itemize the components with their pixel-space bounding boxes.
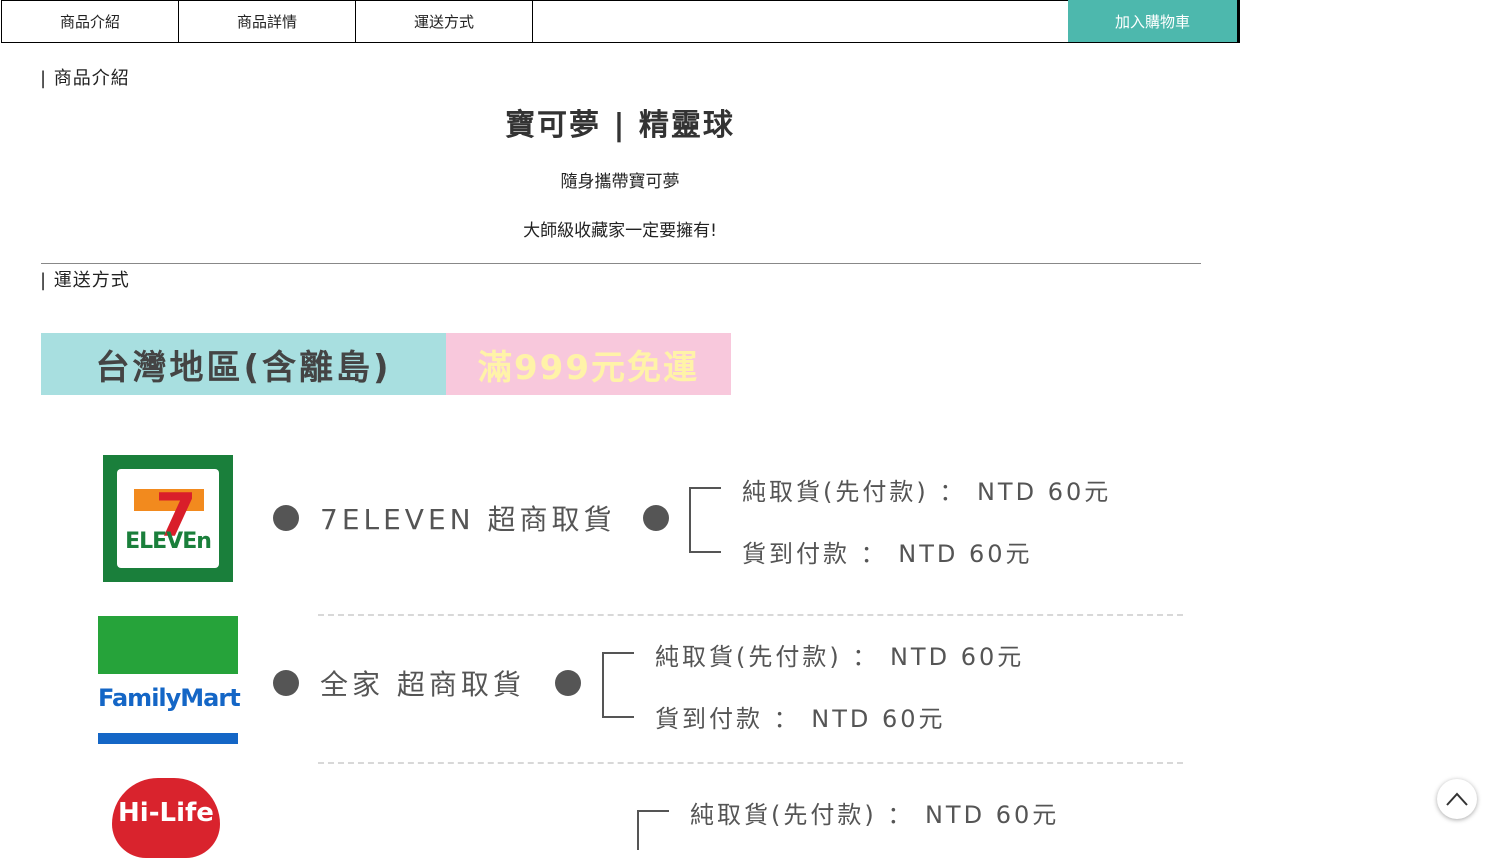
chevron-up-icon — [1446, 792, 1468, 806]
familymart-green-block — [98, 616, 238, 674]
section-divider — [41, 263, 1201, 264]
tab-shipping[interactable]: 運送方式 — [356, 1, 533, 42]
product-description-line-1: 隨身攜帶寶可夢 — [560, 172, 680, 192]
tab-bar-spacer — [533, 1, 1068, 42]
familymart-cod-price: 貨到付款 ： NTD 60元 — [655, 705, 946, 733]
product-description-line-2: 大師級收藏家一定要擁有! — [523, 221, 717, 241]
bullet-dot — [273, 505, 299, 531]
hilife-logo: Hi-Life — [110, 778, 222, 858]
add-to-cart-button[interactable]: 加入購物車 — [1068, 0, 1239, 42]
region-banner: 台灣地區(含離島) — [41, 333, 446, 395]
price-bracket — [637, 810, 669, 850]
familymart-logo-text: FamilyMart — [98, 684, 241, 712]
hilife-logo-text: Hi-Life — [118, 798, 214, 828]
price-bracket — [602, 652, 634, 718]
bullet-dot — [273, 670, 299, 696]
seven-eleven-cod-price: 貨到付款 ： NTD 60元 — [742, 540, 1033, 568]
top-tab-bar: 商品介紹 商品詳情 運送方式 加入購物車 — [1, 0, 1240, 43]
familymart-label: 全家 超商取貨 — [320, 668, 525, 701]
familymart-logo: FamilyMart — [98, 616, 241, 746]
seven-eleven-label: 7ELEVEN 超商取貨 — [320, 503, 616, 536]
dashed-separator — [318, 614, 1183, 616]
tab-product-details[interactable]: 商品詳情 — [179, 1, 356, 42]
dashed-separator — [318, 762, 1183, 764]
seven-eleven-logo: 7 ELEVEn — [103, 455, 233, 582]
seven-eleven-prepaid-price: 純取貨(先付款) ： NTD 60元 — [742, 478, 1112, 506]
intro-section-heading: | 商品介紹 — [40, 68, 130, 89]
hilife-prepaid-price: 純取貨(先付款) ： NTD 60元 — [690, 801, 1060, 829]
bullet-dot — [643, 505, 669, 531]
scroll-to-top-button[interactable] — [1437, 779, 1477, 819]
familymart-prepaid-price: 純取貨(先付款) ： NTD 60元 — [655, 643, 1025, 671]
seven-eleven-logo-inner: 7 ELEVEn — [117, 469, 219, 568]
free-shipping-banner: 滿999元免運 — [446, 333, 731, 395]
shipping-section-heading: | 運送方式 — [40, 270, 130, 291]
price-bracket — [689, 487, 721, 553]
product-title: 寶可夢 | 精靈球 — [505, 108, 735, 143]
bullet-dot — [555, 670, 581, 696]
familymart-blue-stripe — [98, 733, 238, 744]
seven-eleven-logo-text: ELEVEn — [125, 529, 212, 554]
tab-product-intro[interactable]: 商品介紹 — [2, 1, 179, 42]
